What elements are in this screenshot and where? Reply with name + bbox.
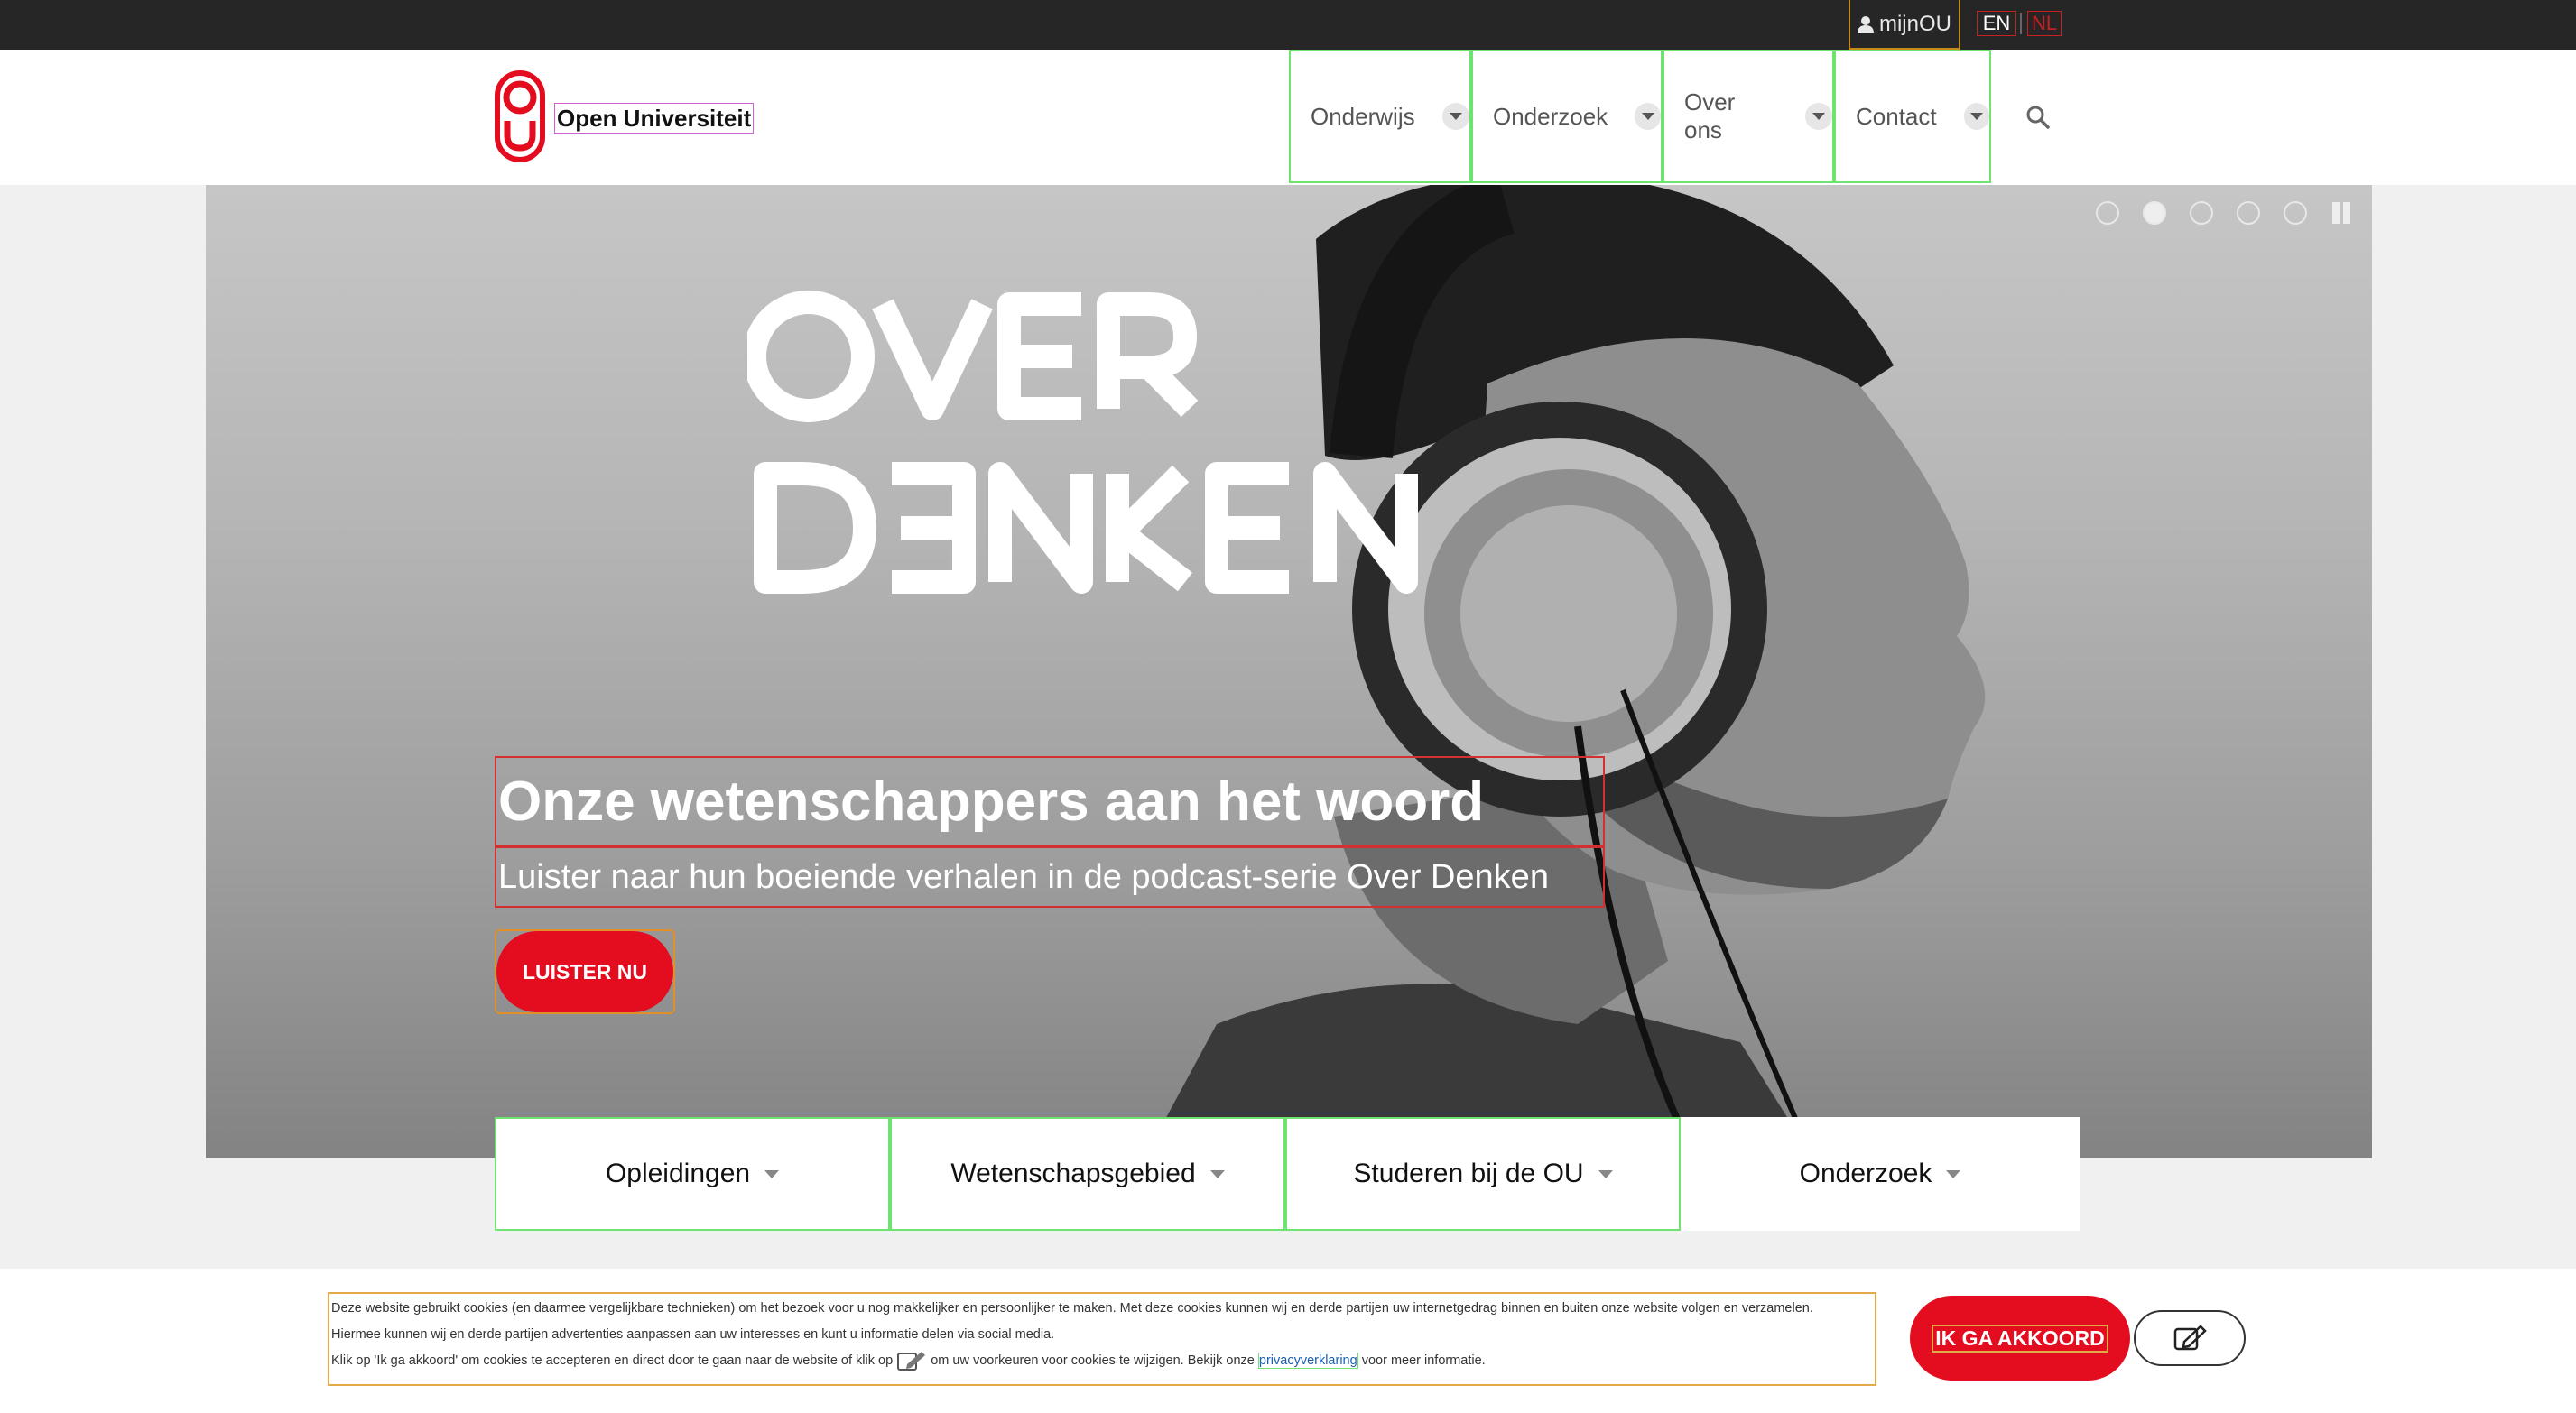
slide-dot-1[interactable] bbox=[2096, 201, 2119, 225]
pause-icon[interactable] bbox=[2329, 200, 2354, 226]
tile-studeren-bij-de-ou[interactable]: Studeren bij de OU bbox=[1285, 1117, 1681, 1231]
tile-label: Opleidingen bbox=[605, 1159, 751, 1188]
mijnou-button[interactable]: mijnOU bbox=[1849, 0, 1960, 50]
nav-label: Onderzoek bbox=[1493, 102, 1608, 130]
tile-label: Onderzoek bbox=[1799, 1159, 1932, 1188]
edit-icon bbox=[2173, 1325, 2207, 1351]
nav-label: Over ons bbox=[1684, 88, 1736, 143]
search-icon[interactable] bbox=[2025, 105, 2051, 130]
tile-onderzoek[interactable]: Onderzoek bbox=[1681, 1117, 2080, 1231]
nav-over-ons[interactable]: Over ons bbox=[1663, 50, 1834, 183]
ou-logo-icon[interactable] bbox=[495, 70, 545, 162]
privacy-statement-link[interactable]: privacyverklaring bbox=[1257, 1353, 1358, 1369]
slide-dot-2[interactable] bbox=[2143, 201, 2166, 225]
nav-label: Onderwijs bbox=[1311, 102, 1415, 130]
slide-dot-4[interactable] bbox=[2237, 201, 2260, 225]
chevron-down-icon bbox=[1209, 1169, 1225, 1178]
listen-now-label: LUISTER NU bbox=[496, 931, 673, 1012]
chevron-down-icon[interactable] bbox=[1635, 103, 1661, 130]
language-nl-link[interactable]: NL bbox=[2027, 11, 2062, 36]
user-icon bbox=[1857, 15, 1874, 33]
cookie-line-3-end: voor meer informatie. bbox=[1361, 1353, 1486, 1368]
mijnou-label: mijnOU bbox=[1878, 11, 1951, 36]
cookie-line-3-start: Klik op 'Ik ga akkoord' om cookies te ac… bbox=[331, 1353, 894, 1368]
over-denken-logo-icon bbox=[747, 291, 1418, 594]
slide-dot-3[interactable] bbox=[2190, 201, 2213, 225]
tile-wetenschapsgebied[interactable]: Wetenschapsgebied bbox=[890, 1117, 1285, 1231]
slide-dot-5[interactable] bbox=[2284, 201, 2307, 225]
accept-cookies-button[interactable]: IK GA AKKOORD bbox=[1910, 1296, 2130, 1381]
cookie-settings-button[interactable] bbox=[2134, 1310, 2246, 1366]
cookie-line-2: Hiermee kunnen wij en derde partijen adv… bbox=[331, 1327, 1055, 1342]
listen-now-button[interactable]: LUISTER NU bbox=[495, 929, 675, 1014]
edit-icon[interactable] bbox=[896, 1350, 927, 1371]
language-en-link[interactable]: EN bbox=[1977, 11, 2016, 36]
tile-opleidingen[interactable]: Opleidingen bbox=[495, 1117, 890, 1231]
top-bar bbox=[0, 0, 2576, 50]
accept-cookies-label: IK GA AKKOORD bbox=[1932, 1324, 2108, 1353]
cookie-line-3-middle: om uw voorkeuren voor cookies te wijzige… bbox=[931, 1353, 1255, 1368]
chevron-down-icon[interactable] bbox=[1441, 103, 1469, 130]
cookie-text: Deze website gebruikt cookies (en daarme… bbox=[328, 1292, 1876, 1386]
nav-contact[interactable]: Contact bbox=[1834, 50, 1991, 183]
chevron-down-icon[interactable] bbox=[1805, 103, 1832, 130]
chevron-down-icon bbox=[1598, 1169, 1613, 1178]
chevron-down-icon bbox=[1946, 1169, 1961, 1178]
logo-text[interactable]: Open Universiteit bbox=[554, 103, 755, 134]
tile-label: Wetenschapsgebied bbox=[950, 1159, 1196, 1188]
nav-label: Contact bbox=[1856, 102, 1937, 130]
cookie-line-1: Deze website gebruikt cookies (en daarme… bbox=[331, 1301, 1813, 1316]
cookie-line-3: Klik op 'Ik ga akkoord' om cookies te ac… bbox=[331, 1348, 1873, 1374]
nav-onderzoek[interactable]: Onderzoek bbox=[1471, 50, 1663, 183]
nav-onderwijs[interactable]: Onderwijs bbox=[1289, 50, 1471, 183]
hero-subtitle: Luister naar hun boeiende verhalen in de… bbox=[495, 846, 1605, 908]
chevron-down-icon[interactable] bbox=[1963, 103, 1989, 130]
hero-title: Onze wetenschappers aan het woord bbox=[495, 756, 1605, 846]
site-header bbox=[0, 50, 2576, 185]
language-divider bbox=[2020, 13, 2022, 34]
chevron-down-icon bbox=[764, 1169, 780, 1178]
tile-label: Studeren bij de OU bbox=[1353, 1159, 1584, 1188]
